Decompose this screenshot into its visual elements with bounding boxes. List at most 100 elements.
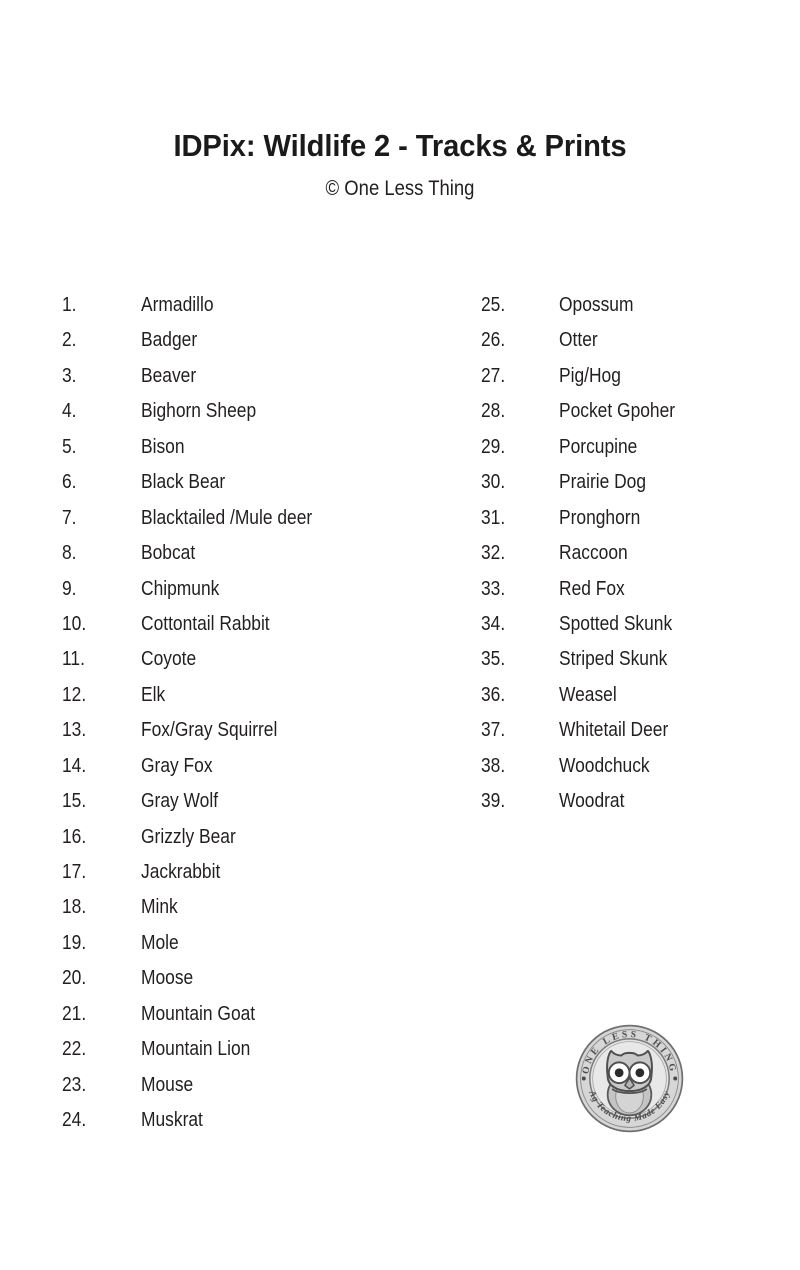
list-item-label: Porcupine — [559, 435, 638, 458]
list-item-label: Opossum — [559, 294, 634, 316]
list-item-label: Woodchuck — [559, 754, 650, 777]
list-item-label: Gray Fox — [141, 754, 213, 777]
list-item: 4. Bighorn Sheep — [62, 394, 338, 429]
list-item-number: 28. — [481, 400, 506, 423]
species-list: 1. Armadillo 2. Badger 3. Beaver 4. Bighorn She… — [0, 288, 800, 1148]
list-item: 15. Gray Wolf — [62, 784, 338, 819]
list-item-label: Bobcat — [141, 542, 196, 565]
list-item-number: 4. — [62, 400, 77, 423]
list-item: 13. Fox/Gray Squirrel — [62, 713, 338, 748]
list-item-number: 16. — [62, 825, 87, 848]
list-item: 30. Prairie Dog — [481, 465, 692, 500]
list-item-label: Grizzly Bear — [141, 825, 236, 848]
list-item: 8. Bobcat — [62, 536, 338, 571]
list-item-number: 21. — [62, 1002, 87, 1025]
list-item-number: 14. — [62, 754, 87, 777]
list-item-number: 8. — [62, 542, 77, 565]
list-item-label: Badger — [141, 329, 198, 352]
list-item: 25. Opossum — [481, 288, 692, 323]
list-item-label: Mole — [141, 931, 179, 954]
list-item-number: 29. — [481, 435, 506, 458]
list-item-number: 19. — [62, 931, 87, 954]
list-item: 7. Blacktailed /Mule deer — [62, 501, 338, 536]
list-item: 20. Moose — [62, 961, 338, 996]
list-item-number: 27. — [481, 364, 506, 387]
list-item: 26. Otter — [481, 323, 692, 358]
list-item: 34. Spotted Skunk — [481, 607, 692, 642]
list-item-number: 2. — [62, 329, 77, 352]
list-item-label: Prairie Dog — [559, 471, 647, 494]
list-item: 18. Mink — [62, 890, 338, 925]
list-item-label: Muskrat — [141, 1109, 203, 1132]
list-item-number: 9. — [62, 577, 77, 600]
list-item-number: 24. — [62, 1109, 87, 1132]
list-item-number: 12. — [62, 683, 87, 706]
list-item: 11. Coyote — [62, 642, 338, 677]
list-item-number: 22. — [62, 1038, 87, 1061]
list-item-label: Spotted Skunk — [559, 612, 673, 635]
list-item-label: Armadillo — [141, 294, 214, 316]
list-item-number: 15. — [62, 790, 87, 813]
list-item-label: Chipmunk — [141, 577, 220, 600]
list-item-label: Blacktailed /Mule deer — [141, 506, 313, 529]
list-item-number: 7. — [62, 506, 77, 529]
list-item-number: 3. — [62, 364, 77, 387]
list-item-number: 25. — [481, 294, 506, 316]
list-item: 37. Whitetail Deer — [481, 713, 692, 748]
list-item-number: 23. — [62, 1073, 87, 1096]
list-item: 2. Badger — [62, 323, 338, 358]
list-item-number: 33. — [481, 577, 506, 600]
list-item: 33. Red Fox — [481, 572, 692, 607]
list-item-label: Otter — [559, 329, 598, 352]
owl-illustration — [606, 1049, 653, 1117]
list-item-label: Woodrat — [559, 790, 625, 813]
list-item: 17. Jackrabbit — [62, 855, 338, 890]
list-item: 24. Muskrat — [62, 1103, 338, 1138]
list-item-number: 1. — [62, 294, 77, 316]
list-item-number: 32. — [481, 542, 506, 565]
list-item: 36. Weasel — [481, 678, 692, 713]
list-item-number: 13. — [62, 719, 87, 742]
owl-logo: ONE LESS THING Ag Teaching Made Easy — [572, 1021, 687, 1136]
list-item-label: Striped Skunk — [559, 648, 668, 671]
list-item-label: Bison — [141, 435, 185, 458]
species-list-column-right: 25. Opossum 26. Otter 27. Pig/Hog 28. Pocket Gp… — [481, 288, 692, 820]
list-item: 29. Porcupine — [481, 430, 692, 465]
list-item: 6. Black Bear — [62, 465, 338, 500]
list-item: 10. Cottontail Rabbit — [62, 607, 338, 642]
list-item-number: 34. — [481, 612, 506, 635]
list-item: 19. Mole — [62, 926, 338, 961]
list-item: 21. Mountain Goat — [62, 997, 338, 1032]
list-item-number: 35. — [481, 648, 506, 671]
page-title: IDPix: Wildlife 2 - Tracks & Prints — [173, 128, 627, 163]
list-item-number: 6. — [62, 471, 77, 494]
list-item-label: Moose — [141, 967, 194, 990]
list-item: 35. Striped Skunk — [481, 642, 692, 677]
list-item-label: Pocket Gpoher — [559, 400, 676, 423]
worksheet-page: IDPix: Wildlife 2 - Tracks & Prints © On… — [0, 0, 800, 1270]
list-item: 39. Woodrat — [481, 784, 692, 819]
list-item-label: Mouse — [141, 1073, 194, 1096]
list-item: 5. Bison — [62, 430, 338, 465]
list-item-number: 18. — [62, 896, 87, 919]
list-item-label: Mountain Lion — [141, 1038, 251, 1061]
list-item-label: Elk — [141, 683, 166, 706]
list-item-number: 38. — [481, 754, 506, 777]
list-item: 28. Pocket Gpoher — [481, 394, 692, 429]
list-item: 12. Elk — [62, 678, 338, 713]
list-item-label: Fox/Gray Squirrel — [141, 719, 278, 742]
list-item-label: Raccoon — [559, 542, 628, 565]
list-item-label: Mountain Goat — [141, 1002, 256, 1025]
list-item: 9. Chipmunk — [62, 572, 338, 607]
list-item-number: 30. — [481, 471, 506, 494]
list-item-label: Cottontail Rabbit — [141, 612, 270, 635]
list-item: 1. Armadillo — [62, 288, 338, 323]
list-item: 22. Mountain Lion — [62, 1032, 338, 1067]
list-item-label: Red Fox — [559, 577, 625, 600]
list-item-label: Bighorn Sheep — [141, 400, 257, 423]
list-item: 16. Grizzly Bear — [62, 820, 338, 855]
list-item: 38. Woodchuck — [481, 749, 692, 784]
list-item-label: Coyote — [141, 648, 197, 671]
list-item-number: 26. — [481, 329, 506, 352]
list-item: 32. Raccoon — [481, 536, 692, 571]
